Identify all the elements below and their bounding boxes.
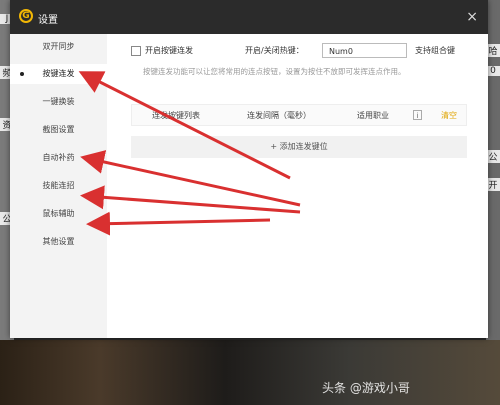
column-header-interval: 连发间隔（毫秒） [247,111,311,120]
info-icon[interactable]: i [413,110,422,120]
background-text: 开 [486,178,500,191]
column-header-job: 适用职业 [357,111,389,120]
title-bar[interactable]: G 设置 × [10,0,488,34]
settings-sidebar: 双开同步 按键连发 一键换装 截图设置 自动补药 技能连招 鼠标辅助 其他设置 [10,34,107,338]
background-text: 哈 [486,44,500,57]
sidebar-item-label: 按键连发 [42,69,75,78]
background-text: 公 [486,150,500,163]
enable-key-repeat-checkbox[interactable] [131,46,141,56]
dialog-title: 设置 [38,15,58,26]
sidebar-item-auto-potion[interactable]: 自动补药 [10,148,107,168]
add-repeat-key-button[interactable]: + 添加连发键位 [131,136,467,158]
app-logo-icon: G [19,9,33,23]
watermark: 头条 @游戏小哥 [322,381,410,395]
sidebar-item-mouse-assist[interactable]: 鼠标辅助 [10,204,107,224]
active-dot-icon [20,72,24,76]
combo-key-label: 支持组合键 [415,46,455,55]
column-header-keys: 连发按键列表 [152,111,200,120]
sidebar-item-dual-sync[interactable]: 双开同步 [10,37,107,57]
enable-key-repeat-label: 开启按键连发 [145,46,193,55]
sidebar-item-screenshot[interactable]: 截图设置 [10,120,107,140]
background-game-strip [0,340,500,405]
sidebar-item-key-repeat[interactable]: 按键连发 [10,64,107,84]
key-list-table-header: 连发按键列表 连发间隔（毫秒） 适用职业 i 清空 [131,104,467,126]
sidebar-item-skill-combo[interactable]: 技能连招 [10,176,107,196]
clear-link[interactable]: 清空 [441,110,457,121]
settings-dialog: G 设置 × 双开同步 按键连发 一键换装 截图设置 自动补药 技能连招 鼠标辅… [10,0,488,338]
hotkey-input[interactable]: Num0 [322,43,407,58]
hotkey-label: 开启/关闭热键： [245,46,304,55]
feature-description: 按键连发功能可以让您将常用的连点按钮，设置为按住不放即可发挥连点作用。 [143,67,406,76]
background-text: 0 [486,66,500,76]
close-button[interactable]: × [466,9,478,25]
key-repeat-panel: 开启按键连发 开启/关闭热键： Num0 支持组合键 按键连发功能可以让您将常用… [107,34,488,338]
sidebar-item-other[interactable]: 其他设置 [10,232,107,252]
sidebar-item-outfit-swap[interactable]: 一键换装 [10,92,107,112]
